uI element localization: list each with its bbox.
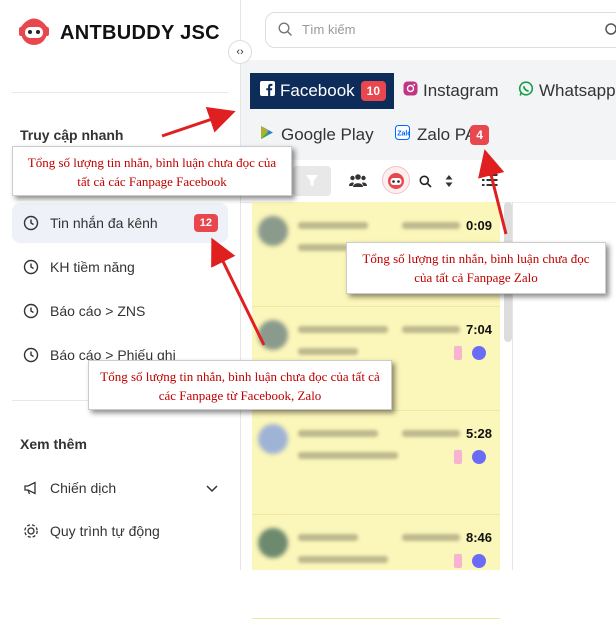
- list-menu-icon[interactable]: [482, 173, 498, 187]
- annotation-zalo: Tổng số lượng tin nhắn, bình luận chưa đ…: [346, 242, 606, 294]
- sidebar-item-multichannel[interactable]: Tin nhắn đa kênh 12: [12, 203, 228, 243]
- conversation-time: 5:28: [466, 426, 493, 441]
- chevron-left-right-icon: ‹›: [236, 46, 244, 58]
- annotation-multichannel: Tổng số lượng tin nhắn, bình luận chưa đ…: [88, 360, 392, 410]
- filter-button[interactable]: [293, 166, 331, 196]
- collapse-sidebar-button[interactable]: ‹›: [228, 40, 252, 64]
- tab-whatsapp[interactable]: Whatsapp: [518, 73, 616, 109]
- unread-count-badge: 12: [193, 214, 218, 232]
- channel-tabs: Facebook 10 Instagram Whatsapp Google Pl…: [241, 60, 616, 160]
- conversation-item[interactable]: 5:28: [252, 410, 500, 515]
- tab-instagram[interactable]: Instagram: [403, 73, 499, 109]
- search-icon[interactable]: [419, 175, 432, 188]
- messenger-icon: [472, 554, 486, 568]
- tab-label: Facebook: [280, 81, 355, 100]
- messenger-icon: [472, 346, 486, 360]
- antbuddy-logo-icon: [19, 18, 49, 45]
- settings-icon[interactable]: [604, 22, 616, 36]
- history-icon: [22, 214, 40, 232]
- facebook-icon: [260, 81, 275, 101]
- history-icon: [22, 346, 40, 364]
- tab-label: Whatsapp: [539, 81, 616, 100]
- megaphone-icon: [22, 479, 40, 497]
- filter-icon: [306, 175, 318, 187]
- search-icon: [278, 22, 292, 36]
- svg-text:Zalo: Zalo: [397, 131, 410, 138]
- tab-label: Google Play: [281, 125, 374, 144]
- sidebar-item-label: Tin nhắn đa kênh: [50, 215, 158, 231]
- tab-label: Zalo PA: [417, 125, 477, 144]
- quick-access-title: Truy cập nhanh: [20, 127, 124, 143]
- sidebar-item-zns-report[interactable]: Báo cáo > ZNS: [12, 291, 228, 331]
- sidebar-item-label: Chiến dịch: [50, 480, 117, 496]
- history-icon: [22, 258, 40, 276]
- google-play-icon: [260, 125, 274, 145]
- divider: [12, 92, 228, 93]
- messenger-icon: [472, 450, 486, 464]
- facebook-unread-badge: 10: [360, 81, 387, 101]
- sidebar-item-potential-customers[interactable]: KH tiềm năng: [12, 247, 228, 287]
- history-icon: [22, 302, 40, 320]
- sidebar-item-campaign[interactable]: Chiến dịch: [12, 468, 228, 508]
- zalo-icon: Zalo: [395, 125, 412, 145]
- tab-zalo[interactable]: Zalo Zalo PA 4: [395, 117, 489, 153]
- avatar: [258, 216, 288, 246]
- sidebar-item-label: Báo cáo > ZNS: [50, 303, 146, 319]
- chevron-down-icon: [206, 480, 218, 496]
- zalo-unread-badge: 4: [470, 125, 489, 145]
- annotation-facebook: Tổng số lượng tin nhắn, bình luận chưa đ…: [12, 146, 292, 196]
- conversation-time: 0:09: [466, 218, 493, 233]
- sidebar-item-label: KH tiềm năng: [50, 259, 135, 275]
- sidebar-item-workflow[interactable]: Quy trình tự động: [12, 511, 228, 551]
- sidebar: ANTBUDDY JSC Truy cập nhanh Tin nhắn đa …: [0, 0, 241, 570]
- whatsapp-icon: [518, 80, 534, 102]
- conversation-item[interactable]: 8:46: [252, 514, 500, 619]
- avatar: [258, 424, 288, 454]
- avatar: [258, 320, 288, 350]
- conversation-filter-bar: [241, 160, 616, 203]
- group-icon[interactable]: [349, 173, 367, 187]
- tab-facebook[interactable]: Facebook 10: [250, 73, 394, 109]
- conversation-time: 7:04: [466, 322, 493, 337]
- avatar: [258, 528, 288, 558]
- label-tag: [454, 346, 462, 360]
- search-input[interactable]: Tìm kiếm: [302, 22, 355, 37]
- bot-avatar-icon[interactable]: [382, 166, 410, 194]
- sidebar-item-label: Quy trình tự động: [50, 523, 160, 539]
- workflow-icon: [22, 522, 40, 540]
- brand-name: ANTBUDDY JSC: [60, 22, 220, 44]
- tab-label: Instagram: [423, 81, 499, 100]
- sort-icon[interactable]: [445, 174, 453, 188]
- search-box[interactable]: Tìm kiếm: [265, 12, 616, 48]
- instagram-icon: [403, 81, 418, 101]
- label-tag: [454, 554, 462, 568]
- label-tag: [454, 450, 462, 464]
- conversation-time: 8:46: [466, 530, 493, 545]
- see-more-title: Xem thêm: [20, 436, 87, 452]
